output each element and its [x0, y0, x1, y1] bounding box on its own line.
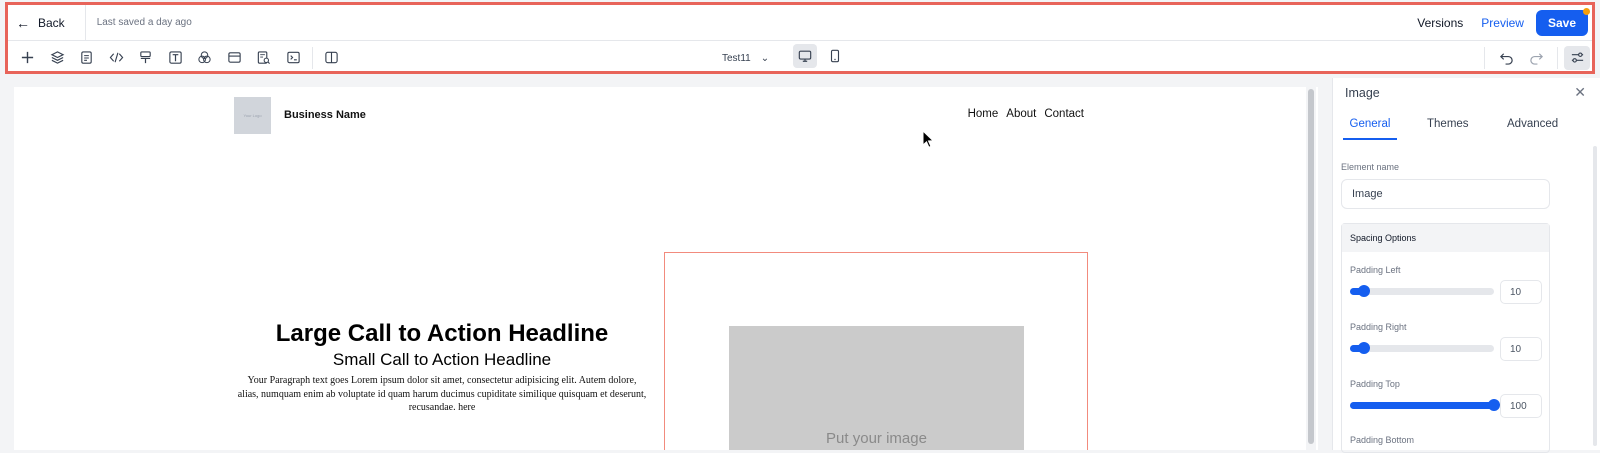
- color-circles-icon[interactable]: [190, 44, 220, 72]
- tab-themes[interactable]: Themes: [1427, 118, 1469, 140]
- site-nav: Home About Contact: [968, 108, 1084, 120]
- padding-top-value[interactable]: 100: [1500, 394, 1542, 418]
- desktop-icon[interactable]: [793, 44, 817, 68]
- page-search-icon[interactable]: [249, 44, 279, 72]
- padding-left-value[interactable]: 10: [1500, 280, 1542, 304]
- padding-top-label: Padding Top: [1350, 379, 1400, 389]
- properties-panel: Image ✕ General Themes Advanced Element …: [1332, 78, 1600, 453]
- padding-right-slider[interactable]: [1350, 342, 1494, 354]
- mouse-cursor-icon: [922, 130, 935, 148]
- device-switcher: [793, 44, 847, 68]
- redo-icon[interactable]: [1521, 44, 1551, 72]
- toolbar-divider: [1557, 46, 1558, 69]
- section-icon[interactable]: [220, 44, 250, 72]
- padding-bottom-label: Padding Bottom: [1350, 435, 1415, 445]
- spacing-options: Spacing Options Padding Left 10 Padding …: [1341, 223, 1550, 453]
- padding-right-value[interactable]: 10: [1500, 337, 1542, 361]
- plus-icon[interactable]: [13, 44, 43, 72]
- versions-button[interactable]: Versions: [1417, 16, 1463, 30]
- site-logo[interactable]: Your Logo: [234, 97, 271, 134]
- element-name-input[interactable]: [1341, 179, 1550, 209]
- paint-format-icon[interactable]: [131, 44, 161, 72]
- split-view-icon[interactable]: [317, 44, 347, 72]
- padding-top-slider[interactable]: [1350, 399, 1500, 411]
- slider-knob[interactable]: [1488, 399, 1500, 411]
- toolbar-divider: [312, 46, 313, 69]
- hero-text-block[interactable]: Large Call to Action Headline Small Call…: [236, 320, 648, 415]
- padding-left-label: Padding Left: [1350, 265, 1401, 275]
- image-placeholder-text: Put your image: [826, 430, 927, 447]
- toolbar-row: Test11 ⌄: [8, 41, 1592, 74]
- hero-paragraph[interactable]: Your Paragraph text goes Lorem ipsum dol…: [236, 374, 648, 415]
- editor-top-bar: ← Back Last saved a day ago Versions Pre…: [5, 2, 1595, 74]
- arrow-left-icon: ←: [16, 14, 30, 31]
- terminal-icon[interactable]: [279, 44, 309, 72]
- selected-image-element[interactable]: Put your image: [664, 252, 1088, 450]
- close-icon[interactable]: ✕: [1574, 84, 1586, 101]
- toolbar-divider: [1484, 46, 1485, 69]
- page-icon[interactable]: [72, 44, 102, 72]
- nav-item-contact[interactable]: Contact: [1044, 108, 1084, 120]
- spacing-options-title: Spacing Options: [1342, 224, 1549, 252]
- panel-tabs: General Themes Advanced: [1333, 118, 1600, 140]
- save-status: Last saved a day ago: [96, 17, 192, 28]
- back-label: Back: [38, 15, 65, 30]
- canvas-scroll-thumb[interactable]: [1308, 89, 1314, 444]
- settings-sliders-icon[interactable]: [1564, 45, 1590, 70]
- small-headline[interactable]: Small Call to Action Headline: [236, 349, 648, 371]
- large-headline[interactable]: Large Call to Action Headline: [236, 320, 648, 348]
- padding-left-slider[interactable]: [1350, 285, 1494, 297]
- code-icon[interactable]: [102, 44, 132, 72]
- tab-advanced[interactable]: Advanced: [1507, 118, 1558, 140]
- canvas-scrollbar[interactable]: [1306, 87, 1316, 450]
- site-logo-text: Your Logo: [243, 113, 262, 118]
- mobile-icon[interactable]: [823, 44, 847, 68]
- page-selector[interactable]: Test11 ⌄: [714, 45, 777, 71]
- element-name-label: Element name: [1341, 162, 1400, 172]
- text-icon[interactable]: [161, 44, 191, 72]
- nav-item-home[interactable]: Home: [968, 108, 999, 120]
- layers-icon[interactable]: [43, 44, 73, 72]
- padding-right-label: Padding Right: [1350, 322, 1407, 332]
- right-toolbar: [1478, 41, 1592, 74]
- slider-knob[interactable]: [1358, 342, 1371, 354]
- left-toolbar: [8, 44, 347, 72]
- save-button[interactable]: Save: [1535, 7, 1590, 36]
- nav-item-about[interactable]: About: [1006, 108, 1036, 120]
- back-button[interactable]: ← Back: [8, 5, 86, 40]
- unsaved-dot: [1583, 7, 1590, 15]
- tab-general[interactable]: General: [1343, 118, 1397, 140]
- undo-icon[interactable]: [1491, 44, 1521, 72]
- business-name[interactable]: Business Name: [284, 109, 366, 121]
- panel-scrollbar[interactable]: [1593, 146, 1597, 446]
- editor-canvas[interactable]: Your Logo Business Name Home About Conta…: [14, 87, 1318, 450]
- chevron-down-icon: ⌄: [760, 52, 770, 64]
- header-row: ← Back Last saved a day ago Versions Pre…: [8, 5, 1592, 41]
- site-header[interactable]: Your Logo Business Name Home About Conta…: [234, 97, 1084, 135]
- panel-title: Image: [1345, 86, 1380, 100]
- slider-knob[interactable]: [1358, 285, 1371, 297]
- page-selector-value: Test11: [722, 52, 751, 64]
- save-label: Save: [1547, 15, 1576, 30]
- image-placeholder[interactable]: Put your image: [729, 326, 1024, 450]
- preview-button[interactable]: Preview: [1481, 16, 1524, 30]
- slider-fill: [1350, 402, 1494, 409]
